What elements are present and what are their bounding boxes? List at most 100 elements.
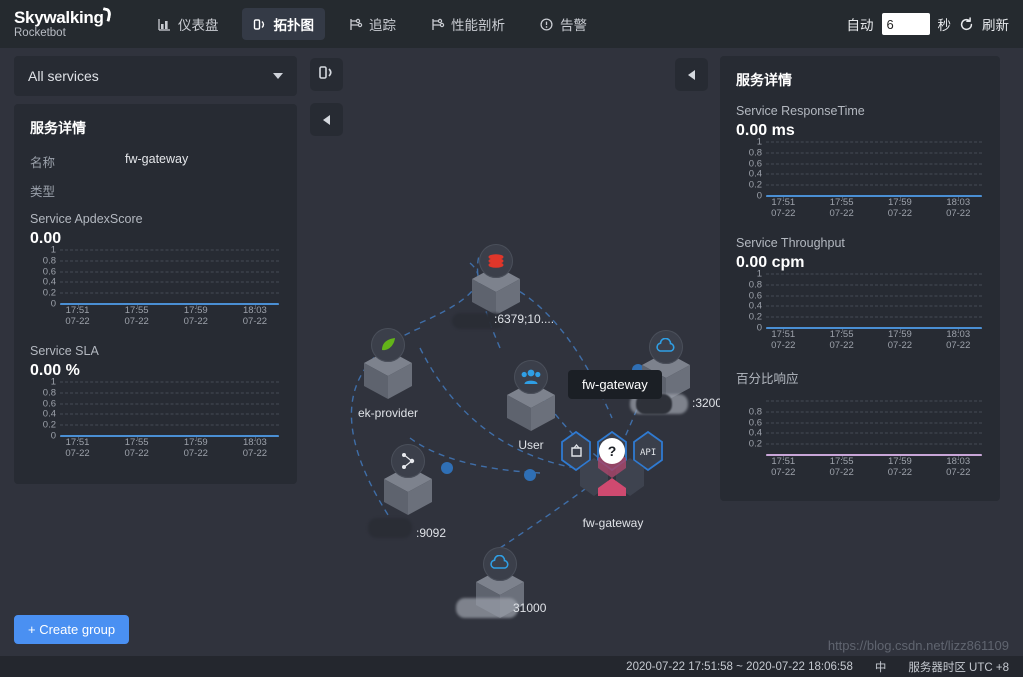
left-panel-collapse-button[interactable] (310, 103, 343, 136)
topology-view-toggle-button[interactable] (310, 58, 343, 91)
chart-x-tick-label: 18:03 07-22 (946, 197, 970, 219)
chart-gridline (766, 316, 982, 318)
nav-item-topology[interactable]: 拓扑图 (241, 8, 325, 40)
user-group-icon (514, 360, 548, 394)
topology-label-cloud-31000: 31000 (513, 601, 547, 615)
logo-swoosh-icon (100, 7, 112, 23)
chart-x-tick-date: 07-22 (65, 448, 90, 459)
service-select[interactable]: All services (14, 56, 297, 96)
chart-gridline (766, 400, 982, 402)
chart-x-tick-date: 07-22 (183, 448, 208, 459)
chevron-left-icon (688, 69, 695, 80)
chart-x-tick-date: 07-22 (887, 340, 913, 351)
right-card-title: 服务详情 (736, 72, 792, 88)
chart-x-tick-time: 17:55 (829, 197, 854, 208)
topology-node-fw-gateway-group[interactable]: API ? fw-gateway (556, 400, 668, 530)
chart-y-tick: 0 (50, 298, 56, 310)
chart-throughput: 0 0.2 0.4 0.6 0.8 1 17:51 07-22 17:55 07-22 17:59 0… (736, 269, 984, 356)
chart-x-tick-label: 17:51 07-22 (771, 329, 795, 351)
create-group-button[interactable]: + Create group (14, 615, 130, 644)
chart-gridline (60, 381, 279, 383)
chart-y-tick: 0 (756, 190, 762, 202)
metric-title-apdex: Service ApdexScore (30, 212, 143, 226)
chart-x-tick-time: 18:03 (946, 329, 971, 340)
chart-gridline (60, 292, 279, 294)
chart-gridline (766, 152, 982, 154)
field-row-type: 类型 (30, 181, 281, 200)
metric-value-apdex: 0.00 (30, 230, 62, 247)
chart-y-tick: 1 (756, 268, 762, 280)
chart-x-tick-label: 18:03 07-22 (946, 456, 970, 478)
topology-label-kafka-9092: :9092 (416, 526, 447, 540)
chart-x-axis-labels: 17:51 07-22 17:55 07-22 17:59 07-22 18:03 07-22 (60, 437, 279, 461)
chart-gridline (60, 271, 279, 273)
auto-label: 自动 (846, 18, 874, 33)
plus-icon: + (28, 622, 36, 637)
chart-x-tick-time: 18:03 (946, 456, 971, 467)
field-value-name: fw-gateway (125, 152, 189, 166)
metric-value-throughput: 0.00 cpm (736, 254, 805, 271)
chart-gridline (766, 173, 982, 175)
nav-item-profile[interactable]: 性能剖析 (419, 8, 516, 40)
nav-item-alarm[interactable]: 告警 (528, 8, 598, 40)
chart-y-axis-labels: 0 0.2 0.4 0.6 0.8 1 (30, 245, 56, 308)
nav-item-trace[interactable]: 追踪 (337, 8, 407, 40)
chart-gridline (60, 260, 279, 262)
chart-gridline (766, 184, 982, 186)
topology-node-ek-provider[interactable]: ek-provider (358, 328, 418, 420)
chart-gridline (766, 432, 982, 434)
chart-y-tick: 0 (756, 322, 762, 334)
chart-service-sla: 0 0.2 0.4 0.6 0.8 1 17:51 07-22 17:55 07-22 17:59 0… (30, 377, 281, 464)
spring-leaf-icon (371, 328, 405, 362)
chart-x-tick-time: 17:55 (829, 329, 854, 340)
chart-y-tick: 0.4 (748, 300, 762, 312)
metric-title-percent-response: 百分比响应 (736, 372, 799, 386)
refresh-icon[interactable] (959, 16, 974, 32)
footer-time-range[interactable]: 2020-07-22 17:51:58 ~ 2020-07-22 18:06:5… (626, 661, 853, 673)
chart-x-tick-label: 17:55 07-22 (124, 437, 148, 459)
chart-x-axis-labels: 17:51 07-22 17:55 07-22 17:59 07-22 18:03 07-22 (766, 329, 982, 353)
metric-title-throughput: Service Throughput (736, 236, 845, 250)
chart-y-tick: 1 (756, 136, 762, 148)
right-panel-collapse-button[interactable] (675, 58, 708, 91)
auto-refresh-interval-input[interactable] (881, 13, 930, 35)
chart-gridline (60, 249, 279, 251)
nav-item-dashboard[interactable]: 仪表盘 (146, 8, 230, 40)
chart-gridline (766, 305, 982, 307)
chart-x-tick-label: 17:55 07-22 (829, 456, 853, 478)
chart-x-tick-date: 07-22 (829, 340, 854, 351)
chart-x-tick-time: 18:03 (243, 305, 267, 316)
chart-x-tick-label: 17:55 07-22 (124, 305, 148, 327)
footer-language[interactable]: 中 (875, 659, 887, 675)
topology-label-ek-provider: ek-provider (357, 406, 419, 420)
chart-y-axis-labels: 0 0.2 0.4 0.6 0.8 1 (736, 137, 762, 200)
nav-label-trace: 追踪 (369, 18, 396, 33)
chart-y-tick: 0.4 (42, 276, 56, 288)
chart-plot-area (766, 400, 982, 459)
body-area: :6379;10.... ek-provider User:32000:90… (0, 48, 1023, 656)
topology-node-kafka-9092[interactable] (380, 444, 436, 518)
chart-x-tick-date: 07-22 (65, 316, 90, 327)
left-panel: All services 服务详情 名称 fw-gateway 类型 Servi… (14, 56, 297, 484)
node-label-blur-kafka (368, 518, 412, 538)
refresh-label[interactable]: 刷新 (982, 14, 1009, 34)
chart-x-tick-time: 17:51 (771, 197, 796, 208)
chart-apdex-score: 0 0.2 0.4 0.6 0.8 1 17:51 07-22 17:55 07-22 17:59 0… (30, 245, 281, 332)
chart-y-tick: 0.2 (748, 438, 762, 450)
chart-x-tick-time: 17:51 (771, 456, 796, 467)
header-refresh-controls: 自动 秒 刷新 (846, 13, 1009, 35)
left-card-title: 服务详情 (30, 120, 86, 136)
topology-node-user[interactable]: User (503, 360, 559, 452)
chart-x-tick-label: 18:03 07-22 (946, 329, 970, 351)
topology-tooltip: fw-gateway (568, 370, 662, 399)
chart-y-tick: 0.6 (748, 289, 762, 301)
chart-x-tick-time: 17:51 (65, 437, 90, 448)
chart-x-tick-date: 07-22 (771, 340, 796, 351)
metric-title-responsetime: Service ResponseTime (736, 104, 865, 118)
alarm-icon (539, 17, 554, 32)
cloud-icon (483, 547, 517, 581)
chart-y-axis-labels: 0 0.2 0.4 0.6 0.8 1 (736, 269, 762, 332)
chart-y-tick: 0.8 (748, 279, 762, 291)
topology-node-redis[interactable] (468, 244, 524, 318)
chart-percent-response: 0.2 0.4 0.6 0.8 17:51 07-22 17:55 07-22 17:59 07-… (736, 400, 984, 483)
